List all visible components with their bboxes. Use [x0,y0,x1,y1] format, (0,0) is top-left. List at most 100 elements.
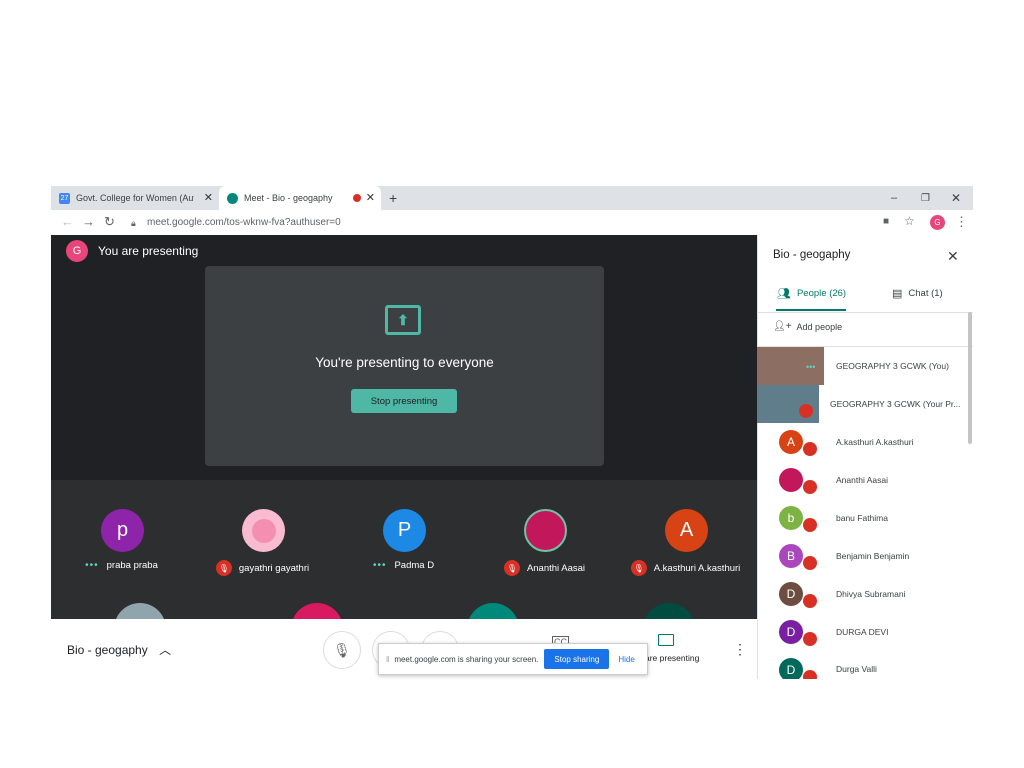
close-panel-icon[interactable]: ✕ [947,248,959,265]
active-tab-indicator [776,309,846,311]
avatar: G [66,240,88,262]
list-item[interactable]: D Dhivya Subramani [757,575,965,613]
mic-off-icon [803,594,817,608]
avatar: A [779,430,803,454]
close-tab-icon[interactable]: ✕ [366,191,375,204]
add-person-icon: 👤︎+ [773,321,792,332]
meeting-title[interactable]: Bio - geogaphy ︿ [67,641,171,658]
tab-college[interactable]: 27 Govt. College for Women (Autono ✕ [59,186,219,210]
avatar: b [779,506,803,530]
address-bar: ← → ↻ 🔒︎ meet.google.com/tos-wknw-fva?au… [51,210,973,236]
mic-off-icon [803,480,817,494]
participant-name: Ananthi Aasai [836,475,888,485]
star-icon[interactable]: ☆ [904,214,915,228]
photo-avatar [779,468,803,492]
people-icon: 👥︎ [777,288,791,300]
presenting-header: G You are presenting [66,240,198,262]
add-people-button[interactable]: 👤︎+ Add people [773,321,842,332]
mic-off-icon: 🎙︎ [503,560,520,576]
avatar: p [101,509,144,552]
present-screen-icon: ⬆ [385,305,421,335]
panel-title: Bio - geogaphy [773,249,851,261]
list-item[interactable]: D Durga Valli [757,651,965,679]
participant-tile[interactable]: P ••• Padma D [333,480,474,619]
stop-presenting-button[interactable]: Stop presenting [351,389,457,413]
microphone-icon: 🎙︎ [333,641,351,658]
mic-off-icon [803,670,817,679]
tab-label: Govt. College for Women (Autono [76,193,194,203]
participant-grid: p ••• praba praba 🎙︎ gayathri gayathri P •… [51,480,757,619]
participant-name: Ananthi Aasai [526,562,586,574]
window-close-icon[interactable]: ✕ [951,186,961,210]
tab-chat[interactable]: ▤ Chat (1) [892,287,943,300]
camera-icon[interactable]: ■ [883,216,889,227]
participant-tile[interactable]: 🎙︎ gayathri gayathri [192,480,333,619]
mic-off-icon [799,404,813,418]
participant-name: GEOGRAPHY 3 GCWK (You) [836,361,949,371]
mic-off-icon: 🎙︎ [215,560,232,576]
presenting-message: You're presenting to everyone [315,355,494,370]
stop-sharing-button[interactable]: Stop sharing [544,649,610,669]
list-item[interactable]: D DURGA DEVI [757,613,965,651]
chevron-up-icon: ︿ [159,643,172,657]
presenting-label: You are presenting [98,244,199,258]
avatar: D [779,582,803,606]
list-item[interactable]: B Benjamin Benjamin [757,537,965,575]
participant-name: Padma D [394,560,435,571]
participant-name: GEOGRAPHY 3 GCWK (Your Pr... [830,399,961,409]
list-item[interactable]: GEOGRAPHY 3 GCWK (Your Pr... [757,385,965,423]
meet-icon [227,192,238,204]
forward-icon[interactable]: → [82,214,95,229]
new-tab-button[interactable]: + [389,186,397,210]
drag-handle-icon[interactable]: ‖ [386,655,389,664]
participant-name: Benjamin Benjamin [836,551,910,561]
participant-name: banu Fathima [836,513,888,523]
participant-tile[interactable]: 🎙︎ Ananthi Aasai [474,480,615,619]
mic-off-icon [803,518,817,532]
chat-icon: ▤ [892,288,903,300]
participant-name: A.kasthuri A.kasthuri [836,437,914,447]
present-now-icon[interactable] [658,634,674,646]
microphone-button[interactable]: 🎙︎ [323,631,361,669]
more-options-icon[interactable]: ⋮ [733,641,747,658]
avatar: D [779,658,803,679]
participant-tile[interactable]: A 🎙︎ A.kasthuri A.kasthuri [615,480,756,619]
tab-meet[interactable]: Meet - Bio - geogaphy ✕ [219,186,381,210]
add-people-label: Add people [796,321,843,332]
back-icon[interactable]: ← [61,214,74,229]
scrollbar[interactable] [968,312,972,444]
list-item[interactable]: ••• GEOGRAPHY 3 GCWK (You) [757,347,965,385]
menu-icon[interactable]: ⋮ [955,214,968,230]
hide-button[interactable]: Hide [618,655,634,664]
url-field[interactable]: meet.google.com/tos-wknw-fva?authuser=0 [147,217,341,228]
mic-off-icon: 🎙︎ [630,560,647,576]
close-tab-icon[interactable]: ✕ [204,191,213,204]
meeting-title-label: Bio - geogaphy [67,643,148,657]
teddy-bear-avatar [242,509,285,552]
tab-label: Meet - Bio - geogaphy [244,193,333,203]
mic-off-icon [803,442,817,456]
tab-people-label: People (26) [796,288,847,299]
list-item[interactable]: Ananthi Aasai [757,461,965,499]
participant-name: DURGA DEVI [836,627,889,637]
list-item[interactable]: A A.kasthuri A.kasthuri [757,423,965,461]
video-thumbnail [757,385,819,423]
list-item[interactable]: b banu Fathima [757,499,965,537]
speaking-icon: ••• [806,362,816,372]
avatar: D [779,620,803,644]
sharing-notification: ‖ meet.google.com is sharing your screen… [378,643,648,675]
avatar: P [383,509,426,552]
restore-icon[interactable]: ❐ [921,186,930,210]
participant-tile[interactable]: p ••• praba praba [51,480,192,619]
participant-name: praba praba [106,560,158,571]
mic-off-icon [803,556,817,570]
profile-avatar[interactable]: G [930,215,945,230]
tab-people[interactable]: 👥︎ People (26) [777,287,846,300]
participant-name: Dhivya Subramani [836,589,906,599]
present-now-label[interactable]: are presenting [645,653,699,663]
speaking-icon: ••• [85,560,99,571]
minimize-icon[interactable]: – [891,186,897,210]
speaking-icon: ••• [372,560,387,571]
avatar: B [779,544,803,568]
reload-icon[interactable]: ↻ [104,214,115,230]
